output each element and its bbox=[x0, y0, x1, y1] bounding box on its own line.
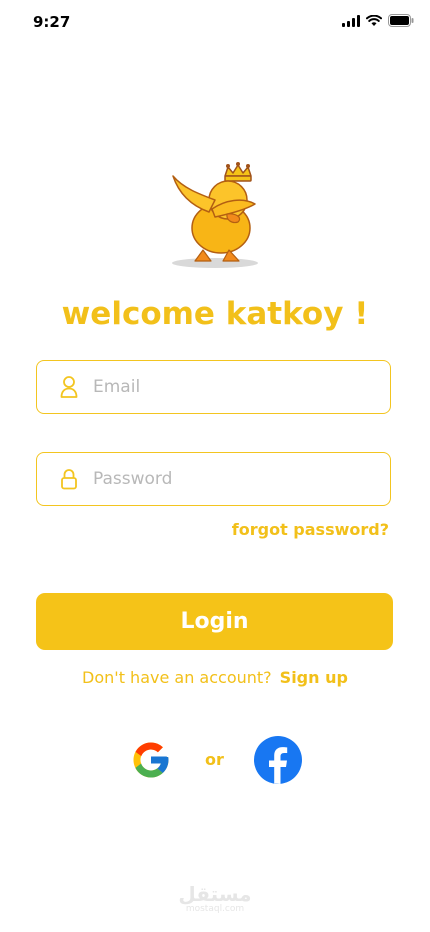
email-field[interactable] bbox=[36, 360, 391, 414]
battery-icon bbox=[388, 14, 414, 27]
forgot-password-link[interactable]: forgot password? bbox=[232, 520, 389, 539]
login-button[interactable]: Login bbox=[36, 593, 393, 650]
signup-link[interactable]: Sign up bbox=[280, 668, 348, 687]
email-input[interactable] bbox=[93, 377, 363, 397]
facebook-icon[interactable] bbox=[254, 736, 302, 784]
password-field[interactable] bbox=[36, 452, 391, 506]
welcome-title: welcome katkoy ! bbox=[61, 296, 369, 332]
status-bar: 9:27 bbox=[0, 0, 430, 44]
google-icon[interactable] bbox=[130, 739, 172, 781]
watermark-latin: mostaql.com bbox=[185, 904, 245, 914]
watermark-logo: مستقل mostaql.com bbox=[0, 884, 430, 914]
duck-mascot bbox=[172, 162, 258, 268]
status-icons bbox=[342, 14, 414, 27]
signup-prompt: Don't have an account? bbox=[82, 668, 272, 687]
user-icon bbox=[58, 375, 80, 399]
lock-icon bbox=[58, 467, 80, 491]
status-time: 9:27 bbox=[33, 13, 71, 31]
signal-icon bbox=[342, 14, 360, 27]
or-separator: or bbox=[205, 750, 224, 769]
watermark-arabic: مستقل bbox=[178, 882, 252, 906]
signup-row: Don't have an account? Sign up bbox=[0, 668, 430, 687]
password-input[interactable] bbox=[93, 469, 363, 489]
wifi-icon bbox=[366, 14, 382, 26]
